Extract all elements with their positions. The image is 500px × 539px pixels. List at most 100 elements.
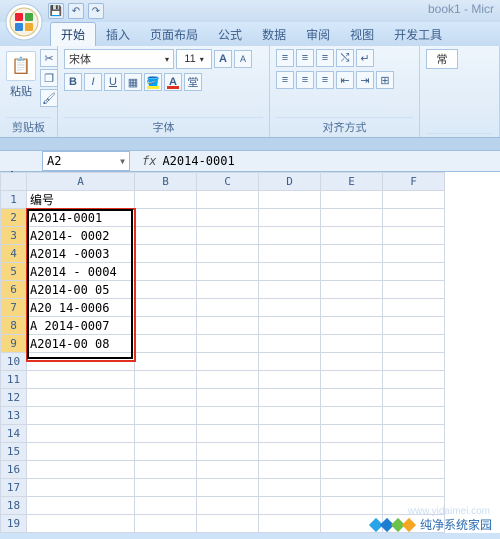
row-header[interactable]: 10 xyxy=(1,353,27,371)
cell-E14[interactable] xyxy=(321,425,383,443)
shrink-font-icon[interactable]: A xyxy=(234,50,252,68)
cell-F15[interactable] xyxy=(383,443,445,461)
cell-A19[interactable] xyxy=(27,515,135,533)
row-header[interactable]: 15 xyxy=(1,443,27,461)
align-bottom-icon[interactable]: ≡ xyxy=(316,49,334,67)
cell-F14[interactable] xyxy=(383,425,445,443)
tab-data[interactable]: 数据 xyxy=(252,23,296,46)
cell-F17[interactable] xyxy=(383,479,445,497)
cell-D1[interactable] xyxy=(259,191,321,209)
cell-C16[interactable] xyxy=(197,461,259,479)
row-header[interactable]: 5 xyxy=(1,263,27,281)
cell-E10[interactable] xyxy=(321,353,383,371)
cell-A4[interactable]: A2014 -0003 xyxy=(27,245,135,263)
cell-E1[interactable] xyxy=(321,191,383,209)
font-name-select[interactable]: 宋体▾ xyxy=(64,49,174,69)
row-header[interactable]: 6 xyxy=(1,281,27,299)
cell-B5[interactable] xyxy=(135,263,197,281)
cell-B14[interactable] xyxy=(135,425,197,443)
font-size-select[interactable]: 11▾ xyxy=(176,49,212,69)
cell-E12[interactable] xyxy=(321,389,383,407)
align-middle-icon[interactable]: ≡ xyxy=(296,49,314,67)
row-header[interactable]: 16 xyxy=(1,461,27,479)
cell-A2[interactable]: A2014-0001 xyxy=(27,209,135,227)
phonetic-button[interactable]: 堂 xyxy=(184,73,202,91)
cell-D8[interactable] xyxy=(259,317,321,335)
align-left-icon[interactable]: ≡ xyxy=(276,71,294,89)
qat-save-icon[interactable]: 💾 xyxy=(48,3,64,19)
row-header[interactable]: 4 xyxy=(1,245,27,263)
cell-F16[interactable] xyxy=(383,461,445,479)
cell-B12[interactable] xyxy=(135,389,197,407)
cell-E5[interactable] xyxy=(321,263,383,281)
row-header[interactable]: 2 xyxy=(1,209,27,227)
cell-A14[interactable] xyxy=(27,425,135,443)
cell-C14[interactable] xyxy=(197,425,259,443)
cell-B3[interactable] xyxy=(135,227,197,245)
cell-A10[interactable] xyxy=(27,353,135,371)
column-header-D[interactable]: D xyxy=(259,173,321,191)
cell-A17[interactable] xyxy=(27,479,135,497)
row-header[interactable]: 7 xyxy=(1,299,27,317)
cell-C3[interactable] xyxy=(197,227,259,245)
cell-D4[interactable] xyxy=(259,245,321,263)
cell-A6[interactable]: A2014-00 05 xyxy=(27,281,135,299)
column-header-E[interactable]: E xyxy=(321,173,383,191)
cell-E7[interactable] xyxy=(321,299,383,317)
row-header[interactable]: 14 xyxy=(1,425,27,443)
cell-D11[interactable] xyxy=(259,371,321,389)
cell-B19[interactable] xyxy=(135,515,197,533)
cell-D15[interactable] xyxy=(259,443,321,461)
orientation-icon[interactable]: ⤭ xyxy=(336,49,354,67)
cell-C15[interactable] xyxy=(197,443,259,461)
cell-B15[interactable] xyxy=(135,443,197,461)
grow-font-icon[interactable]: A xyxy=(214,50,232,68)
tab-review[interactable]: 审阅 xyxy=(296,23,340,46)
cell-A13[interactable] xyxy=(27,407,135,425)
tab-home[interactable]: 开始 xyxy=(50,22,96,46)
cell-B7[interactable] xyxy=(135,299,197,317)
align-center-icon[interactable]: ≡ xyxy=(296,71,314,89)
cell-B2[interactable] xyxy=(135,209,197,227)
cell-B4[interactable] xyxy=(135,245,197,263)
cell-E9[interactable] xyxy=(321,335,383,353)
cell-C9[interactable] xyxy=(197,335,259,353)
cell-D2[interactable] xyxy=(259,209,321,227)
cell-C1[interactable] xyxy=(197,191,259,209)
cell-E8[interactable] xyxy=(321,317,383,335)
cell-F12[interactable] xyxy=(383,389,445,407)
cell-F5[interactable] xyxy=(383,263,445,281)
office-button[interactable] xyxy=(4,2,44,42)
cell-D3[interactable] xyxy=(259,227,321,245)
cut-icon[interactable]: ✂ xyxy=(40,49,58,67)
column-header-A[interactable]: A xyxy=(27,173,135,191)
cell-A9[interactable]: A2014-00 08 xyxy=(27,335,135,353)
qat-undo-icon[interactable]: ↶ xyxy=(68,3,84,19)
row-header[interactable]: 1 xyxy=(1,191,27,209)
formula-value[interactable]: A2014-0001 xyxy=(162,154,234,168)
cell-C4[interactable] xyxy=(197,245,259,263)
cell-E15[interactable] xyxy=(321,443,383,461)
cell-E3[interactable] xyxy=(321,227,383,245)
cell-D18[interactable] xyxy=(259,497,321,515)
cell-F9[interactable] xyxy=(383,335,445,353)
cell-F8[interactable] xyxy=(383,317,445,335)
cell-C18[interactable] xyxy=(197,497,259,515)
row-header[interactable]: 17 xyxy=(1,479,27,497)
row-header[interactable]: 18 xyxy=(1,497,27,515)
cell-A11[interactable] xyxy=(27,371,135,389)
cell-D5[interactable] xyxy=(259,263,321,281)
cell-B13[interactable] xyxy=(135,407,197,425)
tab-page-layout[interactable]: 页面布局 xyxy=(140,23,208,46)
cell-F2[interactable] xyxy=(383,209,445,227)
row-header[interactable]: 13 xyxy=(1,407,27,425)
cell-F10[interactable] xyxy=(383,353,445,371)
cell-C19[interactable] xyxy=(197,515,259,533)
cell-E2[interactable] xyxy=(321,209,383,227)
cell-A18[interactable] xyxy=(27,497,135,515)
column-header-C[interactable]: C xyxy=(197,173,259,191)
cell-F7[interactable] xyxy=(383,299,445,317)
align-right-icon[interactable]: ≡ xyxy=(316,71,334,89)
cell-C12[interactable] xyxy=(197,389,259,407)
row-header[interactable]: 8 xyxy=(1,317,27,335)
